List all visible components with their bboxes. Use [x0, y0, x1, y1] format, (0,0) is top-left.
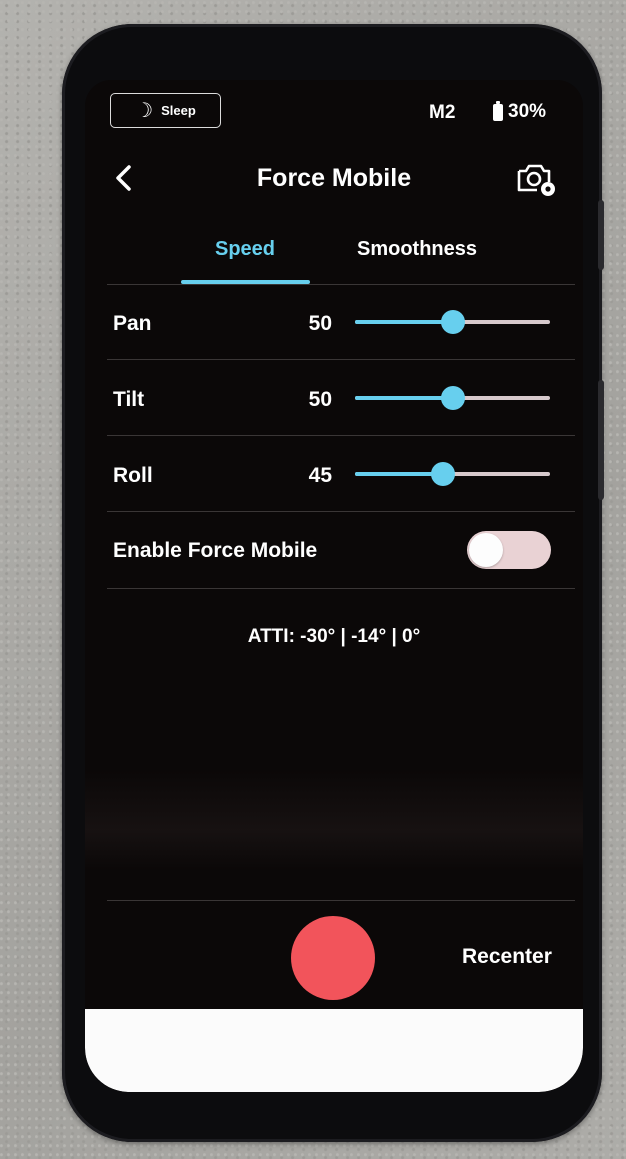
- slider-thumb[interactable]: [440, 310, 465, 334]
- tilt-value: 50: [308, 388, 332, 411]
- enable-force-mobile-toggle[interactable]: [467, 531, 551, 569]
- roll-slider[interactable]: [355, 462, 550, 486]
- pan-label: Pan: [113, 312, 152, 335]
- battery-level: 30%: [508, 101, 547, 122]
- battery-status: 30%: [493, 100, 547, 123]
- sleep-label: Sleep: [161, 103, 196, 118]
- record-button[interactable]: [291, 916, 375, 1000]
- phone-side-button: [598, 380, 604, 500]
- tilt-label: Tilt: [113, 388, 145, 411]
- phone-side-button: [598, 200, 604, 270]
- slider-fill: [355, 320, 453, 324]
- screen-reflection: [85, 770, 583, 870]
- slider-thumb[interactable]: [430, 462, 455, 486]
- battery-icon: [493, 100, 503, 121]
- roll-value: 45: [308, 464, 332, 487]
- slider-fill: [355, 396, 453, 400]
- mode-indicator: M2: [429, 102, 456, 123]
- sleep-button[interactable]: ☽ Sleep: [110, 93, 221, 128]
- app-screen: ☽ Sleep M2 30% Force Mobile Speed Smooth…: [85, 80, 583, 1092]
- toggle-knob: [469, 533, 503, 567]
- tab-speed[interactable]: Speed: [215, 238, 275, 261]
- system-navigation-bar: [85, 1009, 583, 1092]
- slider-thumb[interactable]: [440, 386, 465, 410]
- page-title: Force Mobile: [256, 164, 412, 192]
- pan-value: 50: [308, 312, 332, 335]
- tilt-slider[interactable]: [355, 386, 550, 410]
- camera-settings-icon[interactable]: [515, 160, 559, 198]
- tab-smoothness[interactable]: Smoothness: [357, 238, 477, 261]
- divider: [107, 588, 575, 589]
- moon-icon: ☽: [135, 99, 154, 122]
- roll-label: Roll: [113, 464, 153, 487]
- enable-force-mobile-label: Enable Force Mobile: [113, 539, 318, 562]
- divider: [107, 900, 575, 901]
- attitude-readout: ATTI: -30° | -14° | 0°: [247, 626, 421, 647]
- divider: [107, 359, 575, 360]
- recenter-button[interactable]: Recenter: [462, 945, 552, 969]
- divider: [107, 511, 575, 512]
- pan-slider[interactable]: [355, 310, 550, 334]
- divider: [107, 435, 575, 436]
- slider-fill: [355, 472, 443, 476]
- divider: [107, 284, 575, 285]
